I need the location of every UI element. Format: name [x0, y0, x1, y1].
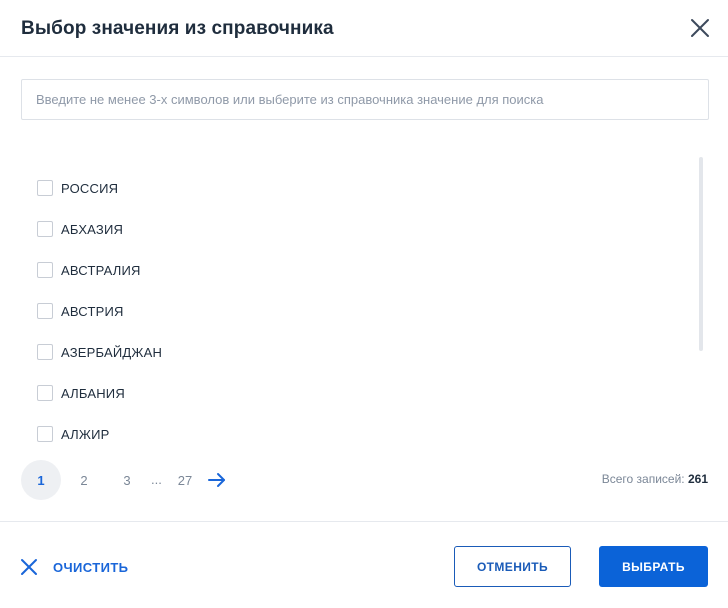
reference-select-dialog: Выбор значения из справочника РОССИЯ АБХ… [0, 0, 728, 608]
reference-list: РОССИЯ АБХАЗИЯ АВСТРАЛИЯ АВСТРИЯ АЗЕРБАЙ… [21, 150, 709, 442]
list-item[interactable]: АБХАЗИЯ [37, 217, 123, 241]
cancel-button[interactable]: ОТМЕНИТЬ [454, 546, 571, 587]
total-records: Всего записей: 261 [602, 472, 708, 486]
clear-button[interactable]: ОЧИСТИТЬ [20, 557, 128, 577]
close-button[interactable] [687, 15, 713, 41]
list-scrollbar[interactable] [699, 157, 703, 351]
select-button[interactable]: ВЫБРАТЬ [599, 546, 708, 587]
page-button-3[interactable]: 3 [107, 460, 147, 500]
item-checkbox[interactable] [37, 344, 53, 360]
page-button-1[interactable]: 1 [21, 460, 61, 500]
item-checkbox[interactable] [37, 180, 53, 196]
list-item[interactable]: РОССИЯ [37, 176, 118, 200]
total-label: Всего записей: [601, 472, 685, 486]
dialog-title: Выбор значения из справочника [21, 18, 334, 39]
page-ellipsis: ... [151, 472, 162, 487]
item-label: АЛЖИР [61, 426, 110, 442]
item-checkbox[interactable] [37, 221, 53, 237]
item-label: АВСТРАЛИЯ [61, 262, 141, 278]
list-item[interactable]: АЛЖИР [37, 422, 110, 442]
item-label: АЗЕРБАЙДЖАН [61, 344, 163, 360]
item-checkbox[interactable] [37, 262, 53, 278]
item-checkbox[interactable] [37, 385, 53, 401]
search-field [21, 79, 709, 120]
dialog-header: Выбор значения из справочника [0, 0, 728, 57]
page-button-2[interactable]: 2 [64, 460, 104, 500]
list-item[interactable]: АЗЕРБАЙДЖАН [37, 340, 162, 364]
close-icon [21, 559, 37, 575]
item-label: АВСТРИЯ [61, 303, 124, 319]
item-checkbox[interactable] [37, 303, 53, 319]
item-checkbox[interactable] [37, 426, 53, 442]
dialog-footer: ОЧИСТИТЬ ОТМЕНИТЬ ВЫБРАТЬ [0, 521, 728, 608]
clear-button-label: ОЧИСТИТЬ [53, 559, 129, 575]
list-item[interactable]: АВСТРАЛИЯ [37, 258, 141, 282]
item-label: АЛБАНИЯ [61, 385, 125, 401]
close-icon [691, 19, 709, 37]
next-page-button[interactable] [206, 470, 228, 490]
arrow-right-icon [208, 473, 225, 487]
list-item[interactable]: АВСТРИЯ [37, 299, 124, 323]
item-label: РОССИЯ [61, 180, 119, 196]
search-input[interactable] [22, 80, 708, 119]
page-button-last[interactable]: 27 [165, 460, 205, 500]
item-label: АБХАЗИЯ [61, 221, 124, 237]
total-value: 261 [687, 472, 708, 486]
list-item[interactable]: АЛБАНИЯ [37, 381, 125, 405]
